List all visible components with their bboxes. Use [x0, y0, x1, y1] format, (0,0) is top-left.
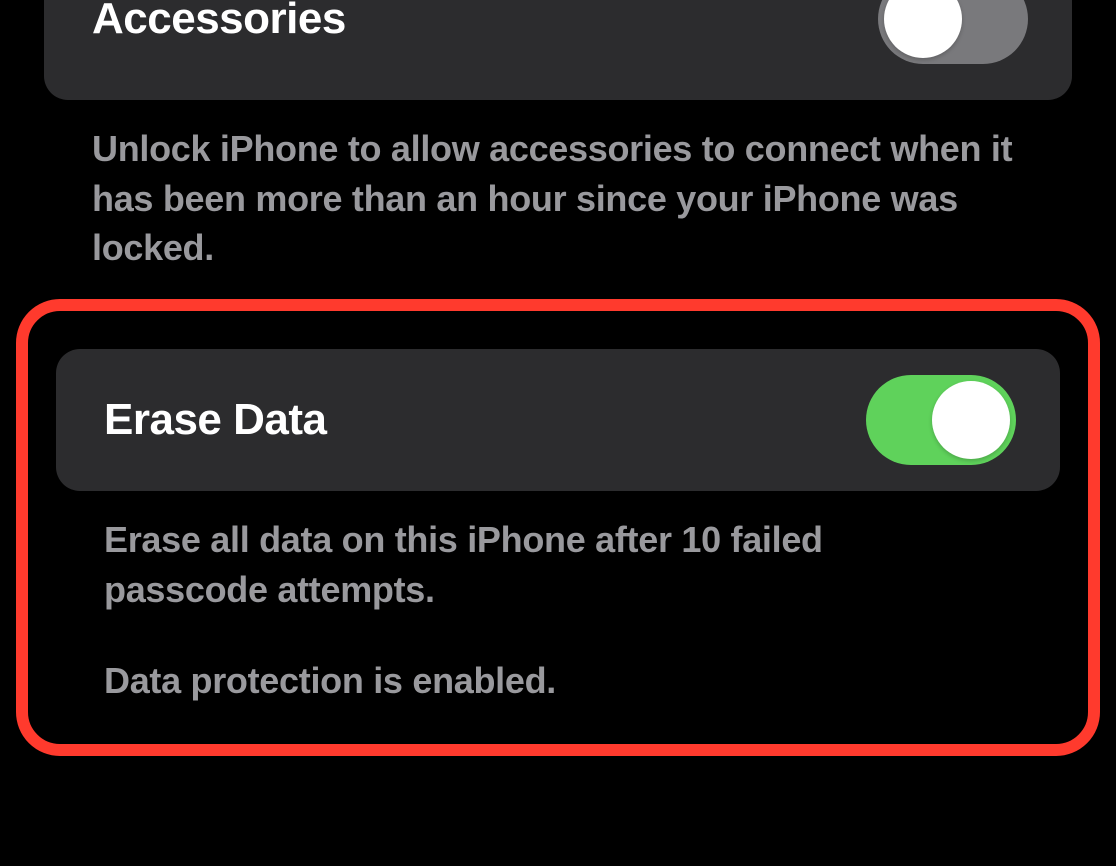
erase-data-footer: Erase all data on this iPhone after 10 f… — [56, 491, 1060, 706]
accessories-row[interactable]: Accessories — [44, 0, 1072, 100]
erase-data-row[interactable]: Erase Data — [56, 349, 1060, 491]
accessories-title: Accessories — [92, 0, 346, 44]
erase-data-footer-line1: Erase all data on this iPhone after 10 f… — [104, 515, 980, 614]
erase-data-footer-line2: Data protection is enabled. — [104, 656, 980, 706]
accessories-card: Accessories — [44, 0, 1072, 100]
accessories-toggle[interactable] — [878, 0, 1028, 64]
erase-data-highlight: Erase Data Erase all data on this iPhone… — [16, 299, 1100, 756]
erase-data-card: Erase Data — [56, 349, 1060, 491]
accessories-footer: Unlock iPhone to allow accessories to co… — [44, 100, 1072, 273]
accessories-section: Accessories Unlock iPhone to allow acces… — [44, 0, 1072, 273]
erase-data-title: Erase Data — [104, 395, 326, 445]
erase-data-toggle[interactable] — [866, 375, 1016, 465]
toggle-knob-icon — [932, 381, 1010, 459]
toggle-knob-icon — [884, 0, 962, 58]
